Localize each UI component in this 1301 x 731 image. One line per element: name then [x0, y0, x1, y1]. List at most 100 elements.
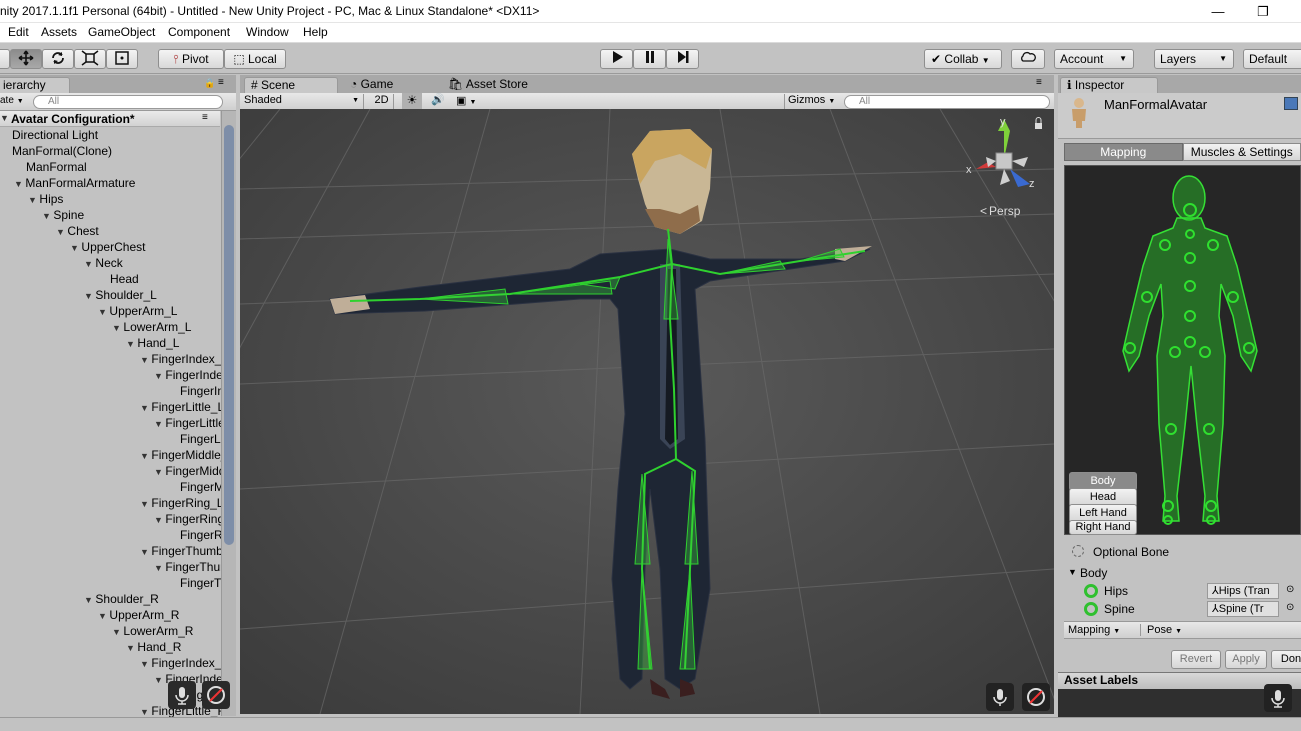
hierarchy-item[interactable]: ▼ Chest	[56, 223, 99, 239]
no-sync-button[interactable]	[202, 681, 230, 709]
hierarchy-item[interactable]: Directional Light	[0, 127, 98, 143]
expand-arrow-icon[interactable]: ▼	[154, 371, 165, 381]
mapping-dropdown[interactable]: Mapping ▼	[1068, 624, 1120, 636]
gizmos-dropdown[interactable]: Gizmos ▼	[784, 94, 838, 109]
hierarchy-item[interactable]: FingerThu	[168, 575, 221, 591]
scene-sync-off-button[interactable]	[1022, 683, 1050, 711]
pause-button[interactable]	[633, 49, 666, 69]
hierarchy-item[interactable]: FingerMid	[168, 479, 221, 495]
tab-mapping[interactable]: Mapping	[1064, 143, 1183, 161]
lighting-toggle[interactable]: ☀	[402, 93, 422, 109]
tab-muscles-settings[interactable]: Muscles & Settings	[1182, 143, 1301, 161]
hierarchy-item[interactable]: ManFormal(Clone)	[0, 143, 112, 159]
persp-label[interactable]: < Persp	[980, 204, 1021, 218]
expand-arrow-icon[interactable]: ▼	[14, 179, 25, 189]
pivot-button[interactable]: ⫯ Pivot	[158, 49, 224, 69]
hierarchy-item[interactable]: ▼ Spine	[42, 207, 84, 223]
expand-arrow-icon[interactable]: ▼	[140, 707, 151, 717]
menu-window[interactable]: Window	[246, 25, 289, 39]
expand-arrow-icon[interactable]: ▼	[126, 643, 137, 653]
rotate-tool-button[interactable]	[42, 49, 74, 69]
layers-dropdown[interactable]: Layers ▼	[1154, 49, 1234, 69]
expand-arrow-icon[interactable]: ▼	[154, 563, 165, 573]
expand-arrow-icon[interactable]: ▼	[84, 291, 95, 301]
hierarchy-item[interactable]: FingerInd	[168, 383, 221, 399]
hierarchy-item[interactable]: ▼ LowerArm_L	[112, 319, 191, 335]
expand-arrow-icon[interactable]: ▼	[98, 307, 109, 317]
expand-arrow-icon[interactable]: ▼	[140, 659, 151, 669]
menu-component[interactable]: Component	[168, 25, 230, 39]
expand-arrow-icon[interactable]: ▼	[154, 467, 165, 477]
hierarchy-item[interactable]: ▼ FingerIndex_L	[140, 351, 221, 367]
expand-arrow-icon[interactable]: ▼	[84, 259, 95, 269]
menu-help[interactable]: Help	[303, 25, 328, 39]
hierarchy-item[interactable]: ▼ LowerArm_R	[112, 623, 193, 639]
hierarchy-item[interactable]: ▼ UpperChest	[70, 239, 145, 255]
expand-arrow-icon[interactable]: ▼	[70, 243, 81, 253]
hierarchy-item[interactable]: ▼ FingerLittle_L	[140, 399, 221, 415]
hierarchy-item[interactable]: ▼ FingerRing_L	[140, 495, 221, 511]
right-hand-button[interactable]: Right Hand	[1069, 520, 1137, 535]
local-button[interactable]: ⬚ Local	[224, 49, 286, 69]
expand-arrow-icon[interactable]: ▼	[56, 227, 67, 237]
avatar-body-view[interactable]: Body Head Left Hand Right Hand	[1064, 165, 1301, 535]
account-dropdown[interactable]: Account ▼	[1054, 49, 1134, 69]
hierarchy-item[interactable]: ▼ Hand_R	[126, 639, 181, 655]
menu-gameobject[interactable]: GameObject	[88, 25, 155, 39]
tab-inspector[interactable]: ℹ Inspector	[1060, 77, 1158, 93]
expand-arrow-icon[interactable]: ▼	[112, 323, 123, 333]
expand-arrow-icon[interactable]: ▼	[140, 499, 151, 509]
hips-object-field[interactable]: ⅄Hips (Tran	[1207, 583, 1279, 599]
done-button[interactable]: Don	[1271, 650, 1301, 669]
audio-toggle[interactable]: 🔊	[428, 93, 448, 109]
hierarchy-item[interactable]: ▼ UpperArm_R	[98, 607, 179, 623]
tab-asset-store[interactable]: 🛍 Asset Store	[442, 77, 562, 93]
hierarchy-item[interactable]: ▼ Hips	[28, 191, 63, 207]
collab-dropdown[interactable]: ✔ Collab ▼	[924, 49, 1002, 69]
expand-arrow-icon[interactable]: ▼	[112, 627, 123, 637]
scale-tool-button[interactable]	[74, 49, 106, 69]
panel-menu-icon[interactable]: ≡	[1036, 77, 1042, 88]
2d-toggle[interactable]: 2D	[370, 94, 394, 109]
expand-arrow-icon[interactable]: ▼	[154, 515, 165, 525]
restore-button[interactable]: ❐	[1240, 0, 1286, 23]
cloud-button[interactable]	[1011, 49, 1045, 69]
expand-arrow-icon[interactable]: ▼	[1068, 567, 1077, 577]
scrollbar-thumb[interactable]	[224, 125, 234, 545]
expand-arrow-icon[interactable]: ▼	[28, 195, 39, 205]
hierarchy-item[interactable]: ▼ FingerRing0	[154, 511, 221, 527]
object-picker-icon[interactable]: ⊙	[1286, 602, 1294, 613]
hierarchy-item[interactable]: ▼ UpperArm_L	[98, 303, 177, 319]
hierarchy-item[interactable]: ▼ ManFormalArmature	[14, 175, 135, 191]
apply-button[interactable]: Apply	[1225, 650, 1267, 669]
help-book-icon[interactable]	[1284, 97, 1298, 110]
hierarchy-item[interactable]: ManFormal	[14, 159, 87, 175]
expand-arrow-icon[interactable]: ▼	[140, 403, 151, 413]
layout-dropdown[interactable]: Default	[1243, 49, 1301, 69]
move-tool-button[interactable]	[10, 49, 42, 69]
hierarchy-item[interactable]: ▼ Neck	[84, 255, 123, 271]
inspector-microphone-button[interactable]	[1264, 684, 1292, 712]
spine-object-field[interactable]: ⅄Spine (Tr	[1207, 601, 1279, 617]
rect-tool-button[interactable]	[106, 49, 138, 69]
hierarchy-item[interactable]: Head	[98, 271, 139, 287]
expand-arrow-icon[interactable]: ▼	[42, 211, 53, 221]
hierarchy-item[interactable]: ▼ FingerMiddle	[154, 463, 221, 479]
hierarchy-item[interactable]: ▼ Shoulder_R	[84, 591, 159, 607]
object-picker-icon[interactable]: ⊙	[1286, 584, 1294, 595]
expand-arrow-icon[interactable]: ▼	[140, 355, 151, 365]
tab-scene[interactable]: # Scene	[244, 77, 338, 93]
hierarchy-item[interactable]: ▼ FingerMiddle_L	[140, 447, 221, 463]
hierarchy-scrollbar[interactable]	[221, 111, 236, 716]
hand-tool-button[interactable]	[0, 49, 10, 69]
hierarchy-item[interactable]: ▼ FingerLittle0	[154, 415, 221, 431]
expand-arrow-icon[interactable]: ▼	[98, 611, 109, 621]
effects-dropdown[interactable]: ▣ ▼	[456, 94, 486, 109]
revert-button[interactable]: Revert	[1171, 650, 1221, 669]
expand-arrow-icon[interactable]: ▼	[84, 595, 95, 605]
scene-search[interactable]: All	[844, 95, 1050, 109]
shading-dropdown[interactable]: Shaded ▼	[244, 94, 364, 109]
hierarchy-item[interactable]: ▼ FingerIndex	[154, 367, 221, 383]
expand-arrow-icon[interactable]: ▼	[126, 339, 137, 349]
step-button[interactable]	[666, 49, 699, 69]
